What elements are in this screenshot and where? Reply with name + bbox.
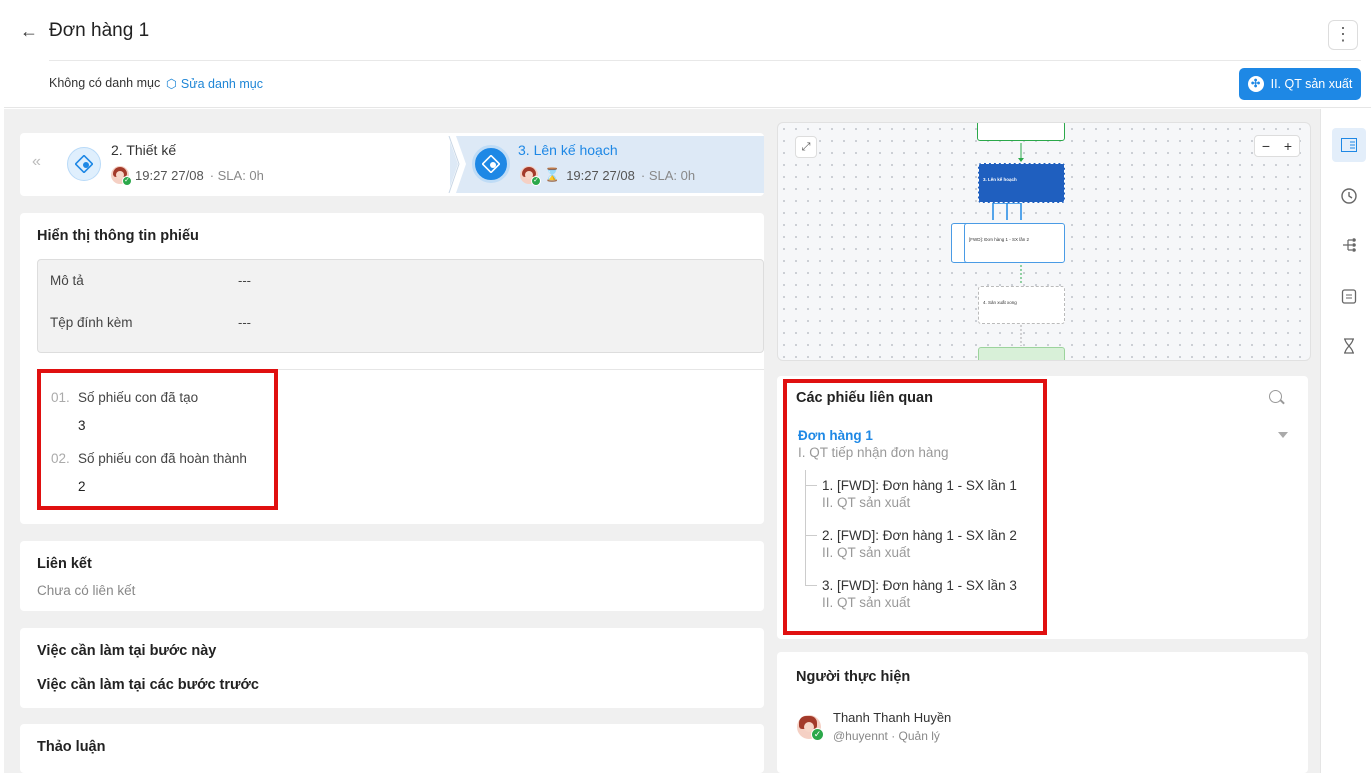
diagram-node[interactable]	[977, 123, 1065, 141]
detail-panel-icon[interactable]	[1332, 128, 1366, 162]
plan-step-icon	[472, 145, 510, 183]
performer-title: Người thực hiện	[796, 669, 911, 685]
diagram-node-active[interactable]: 3. Lên kế hoạch	[978, 163, 1065, 203]
process-button-label: II. QT sản xuất	[1270, 77, 1353, 91]
field-value: 2	[78, 479, 86, 494]
avatar: ✓	[520, 166, 541, 186]
tree-branch	[805, 535, 817, 536]
attachment-label: Tệp đính kèm	[50, 315, 133, 330]
description-label: Mô tả	[50, 273, 84, 288]
discussion-title: Thảo luận	[37, 739, 106, 755]
workflow-diagram[interactable]: 3. Lên kế hoạch [FWD]: Đơn hàng 1 - SX l…	[777, 122, 1311, 361]
search-icon[interactable]	[1269, 390, 1282, 403]
design-step-icon	[67, 147, 101, 181]
diagram-node-end[interactable]	[978, 347, 1065, 360]
related-child-title[interactable]: 2. [FWD]: Đơn hàng 1 - SX lần 2	[822, 528, 1017, 543]
todo-card	[20, 628, 764, 708]
related-child-title[interactable]: 3. [FWD]: Đơn hàng 1 - SX lần 3	[822, 578, 1017, 593]
performer-name: Thanh Thanh Huyền	[833, 710, 952, 725]
process-button[interactable]: ✣ II. QT sản xuất	[1239, 68, 1361, 100]
links-empty: Chưa có liên kết	[37, 583, 136, 598]
zoom-controls: − +	[1254, 135, 1300, 157]
field-number: 02.	[51, 451, 70, 466]
tag-icon: ⬡	[166, 77, 177, 91]
step-meta-design: ✓ 19:27 27/08 · SLA: 0h	[111, 166, 264, 186]
todo-previous[interactable]: Việc cần làm tại các bước trước	[37, 677, 259, 693]
todo-current[interactable]: Việc cần làm tại bước này	[37, 643, 216, 659]
edit-category-link[interactable]: ⬡ Sửa danh mục	[166, 76, 263, 92]
hourglass-icon[interactable]	[1332, 329, 1366, 363]
info-section-title: Hiển thị thông tin phiếu	[37, 228, 199, 244]
clock-icon[interactable]	[1332, 179, 1366, 213]
related-child-sub: II. QT sản xuất	[822, 545, 911, 560]
back-arrow-icon[interactable]: ←	[20, 21, 38, 42]
related-main-sub: I. QT tiếp nhận đơn hàng	[798, 445, 949, 460]
page-title: Đơn hàng 1	[49, 20, 150, 41]
node-label: 4. Sản xuất xong	[983, 300, 1017, 305]
branch-icon[interactable]	[1332, 228, 1366, 262]
field-value: 3	[78, 418, 86, 433]
field-label: Số phiếu con đã hoàn thành	[78, 451, 247, 466]
checklist-icon[interactable]	[1332, 279, 1366, 313]
step-title-design[interactable]: 2. Thiết kế	[111, 142, 176, 158]
links-card	[20, 541, 764, 611]
divider	[49, 60, 1361, 61]
diagram-node-next[interactable]: 4. Sản xuất xong	[978, 286, 1065, 324]
caret-down-icon[interactable]	[1278, 432, 1288, 438]
tree-branch	[805, 485, 817, 486]
category-label: Không có danh mục	[49, 76, 161, 90]
related-child-sub: II. QT sản xuất	[822, 495, 911, 510]
node-label: 3. Lên kế hoạch	[983, 177, 1017, 182]
tree-line	[805, 470, 806, 585]
hourglass-icon: ⌛	[544, 167, 561, 182]
related-child-title[interactable]: 1. [FWD]: Đơn hàng 1 - SX lần 1	[822, 478, 1017, 493]
zoom-out-button[interactable]: −	[1255, 136, 1277, 156]
avatar: ✓	[797, 715, 824, 741]
attachment-value: ---	[238, 315, 251, 330]
step-arrow-shape	[448, 136, 466, 193]
step-time: 19:27 27/08	[135, 167, 204, 183]
field-number: 01.	[51, 390, 70, 405]
related-child-sub: II. QT sản xuất	[822, 595, 911, 610]
discussion-card	[20, 724, 764, 773]
step-time: 19:27 27/08	[566, 167, 635, 183]
avatar: ✓	[111, 166, 132, 186]
edit-category-label: Sửa danh mục	[180, 76, 263, 91]
related-main-link[interactable]: Đơn hàng 1	[798, 428, 873, 443]
expand-icon[interactable]: ⤢	[795, 136, 817, 158]
step-title-plan[interactable]: 3. Lên kế hoạch	[518, 142, 618, 158]
top-bar	[4, 0, 1371, 108]
description-box	[37, 259, 764, 353]
step-sla: · SLA: 0h	[209, 167, 264, 183]
chevron-left-icon[interactable]: «	[32, 153, 41, 171]
process-icon: ✣	[1247, 76, 1264, 92]
links-title: Liên kết	[37, 556, 92, 572]
description-value: ---	[238, 273, 251, 288]
more-menu-button[interactable]: ⋮	[1328, 20, 1358, 50]
field-label: Số phiếu con đã tạo	[78, 390, 199, 405]
performer-handle: @huyennt · Quản lý	[833, 729, 940, 743]
step-meta-plan: ✓ ⌛ 19:27 27/08 · SLA: 0h	[520, 166, 696, 186]
step-sla: · SLA: 0h	[640, 167, 696, 183]
diagram-node-fwd[interactable]: [FWD]: Đơn hàng 1 - SX lần 2	[964, 223, 1065, 263]
node-label: [FWD]: Đơn hàng 1 - SX lần 2	[969, 237, 1029, 242]
zoom-in-button[interactable]: +	[1277, 136, 1299, 156]
related-title: Các phiếu liên quan	[796, 390, 933, 406]
tree-branch	[805, 585, 817, 586]
